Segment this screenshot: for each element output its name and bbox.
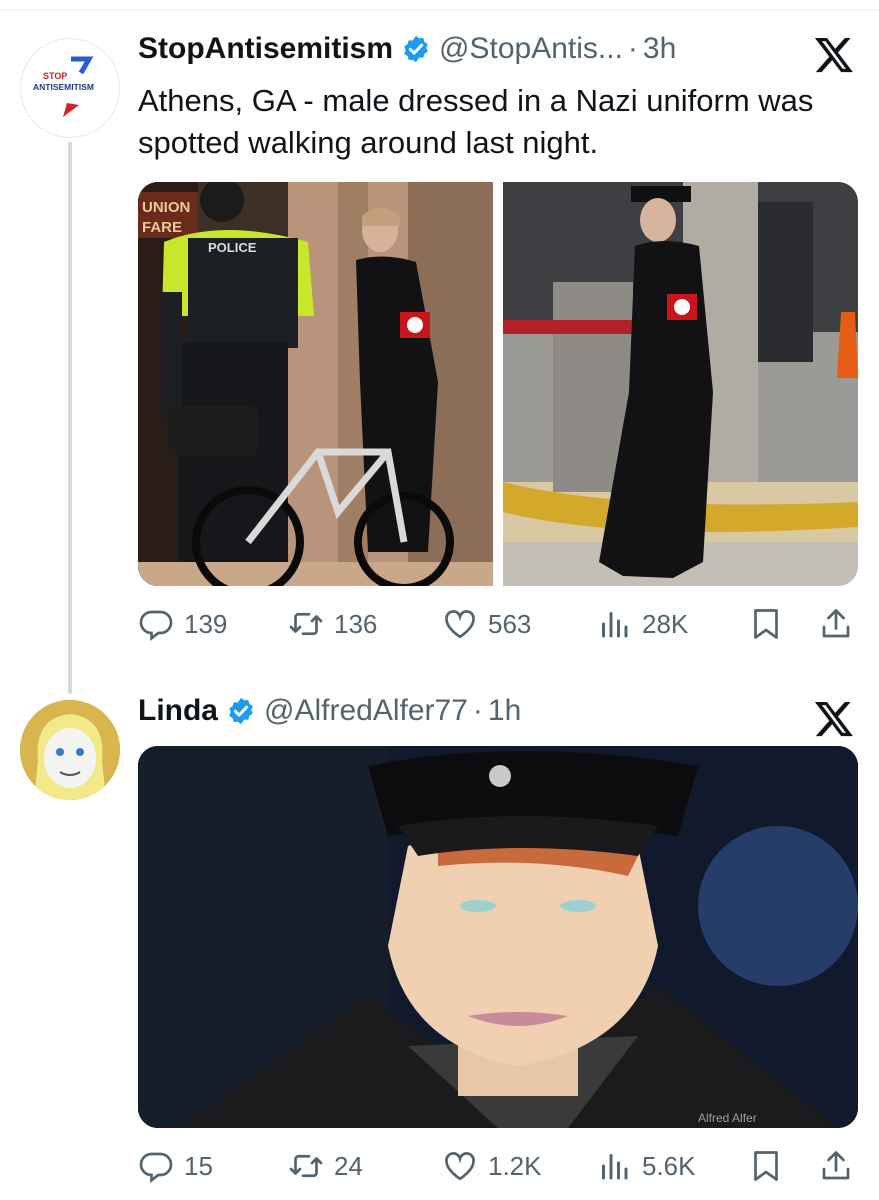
reply-icon — [139, 1152, 173, 1184]
tweet-header: StopAntisemitism @StopAntis... · 3h — [138, 32, 676, 66]
views-count: 5.6K — [642, 1150, 696, 1181]
bookmark-icon — [754, 609, 778, 639]
separator-dot: · — [627, 32, 638, 65]
views-button[interactable]: 5.6K — [596, 1148, 696, 1184]
repost-button[interactable]: 136 — [288, 606, 377, 642]
media-photo-left[interactable]: UNION FARE POLICE — [138, 182, 493, 586]
repost-count: 24 — [334, 1150, 363, 1181]
reply-button[interactable]: 139 — [138, 606, 227, 642]
reply-button[interactable]: 15 — [138, 1148, 213, 1184]
police-vest-text: POLICE — [208, 240, 257, 255]
repost-icon — [289, 612, 323, 636]
bookmark-button[interactable] — [748, 1148, 784, 1184]
verified-badge-icon — [401, 34, 431, 64]
share-button[interactable] — [818, 606, 854, 642]
cartoon-officer-image: Alfred Alfer — [138, 746, 858, 1128]
x-logo-icon[interactable] — [813, 34, 855, 76]
tweet-actions: 15 24 1.2K 5.6K — [138, 1142, 860, 1190]
tweet-timestamp[interactable]: 1h — [488, 694, 521, 728]
views-count: 28K — [642, 608, 689, 639]
separator-dot: · — [472, 694, 483, 727]
repost-count: 136 — [334, 608, 378, 639]
photo-officer-and-uniformed-man: UNION FARE POLICE — [138, 182, 493, 586]
tweet-actions: 139 136 563 28K — [138, 600, 860, 648]
share-button[interactable] — [818, 1148, 854, 1184]
sign-text-union: UNION — [142, 199, 190, 216]
like-count: 563 — [488, 608, 532, 639]
tweet-media-image[interactable]: Alfred Alfer — [138, 746, 858, 1128]
x-logo-icon[interactable] — [813, 698, 855, 740]
thread-connector-line — [68, 142, 72, 694]
avatar-stopantisemitism[interactable]: STOP ANTISEMITISM — [20, 38, 120, 138]
tweet-header: Linda @AlfredAlfer77 · 1h — [138, 694, 521, 728]
bookmark-icon — [754, 1151, 778, 1181]
stopantisemitism-logo: STOP ANTISEMITISM — [33, 56, 94, 117]
avatar-logo-text-stop: STOP — [43, 71, 67, 81]
bookmark-button[interactable] — [748, 606, 784, 642]
views-button[interactable]: 28K — [596, 606, 688, 642]
top-divider — [0, 10, 879, 11]
views-icon — [602, 612, 628, 638]
tweet-timestamp[interactable]: 3h — [643, 32, 676, 66]
share-icon — [822, 1151, 850, 1180]
author-name[interactable]: StopAntisemitism — [138, 32, 393, 66]
reply-icon — [139, 610, 173, 642]
like-button[interactable]: 1.2K — [442, 1148, 542, 1184]
repost-icon — [289, 1154, 323, 1178]
avatar-cartoon-face — [20, 700, 120, 800]
views-icon — [602, 1154, 628, 1180]
repost-button[interactable]: 24 — [288, 1148, 363, 1184]
avatar-logo-text-antisemitism: ANTISEMITISM — [33, 82, 94, 92]
author-handle[interactable]: @StopAntis... — [439, 32, 623, 66]
media-photo-right[interactable] — [503, 182, 858, 586]
avatar-linda[interactable] — [20, 700, 120, 800]
photo-uniformed-man-walking — [503, 182, 858, 586]
author-name[interactable]: Linda — [138, 694, 218, 728]
reply-count: 15 — [184, 1150, 213, 1181]
image-watermark: Alfred Alfer — [698, 1111, 757, 1125]
author-handle[interactable]: @AlfredAlfer77 — [264, 694, 468, 728]
like-button[interactable]: 563 — [442, 606, 531, 642]
sign-text-fare: FARE — [142, 219, 182, 236]
verified-badge-icon — [226, 696, 256, 726]
like-icon — [445, 610, 475, 639]
tweet-media-gallery[interactable]: UNION FARE POLICE — [138, 182, 858, 586]
share-icon — [822, 609, 850, 638]
reply-count: 139 — [184, 608, 228, 639]
tweet-text: Athens, GA - male dressed in a Nazi unif… — [138, 83, 814, 160]
like-count: 1.2K — [488, 1150, 542, 1181]
like-icon — [445, 1152, 475, 1181]
